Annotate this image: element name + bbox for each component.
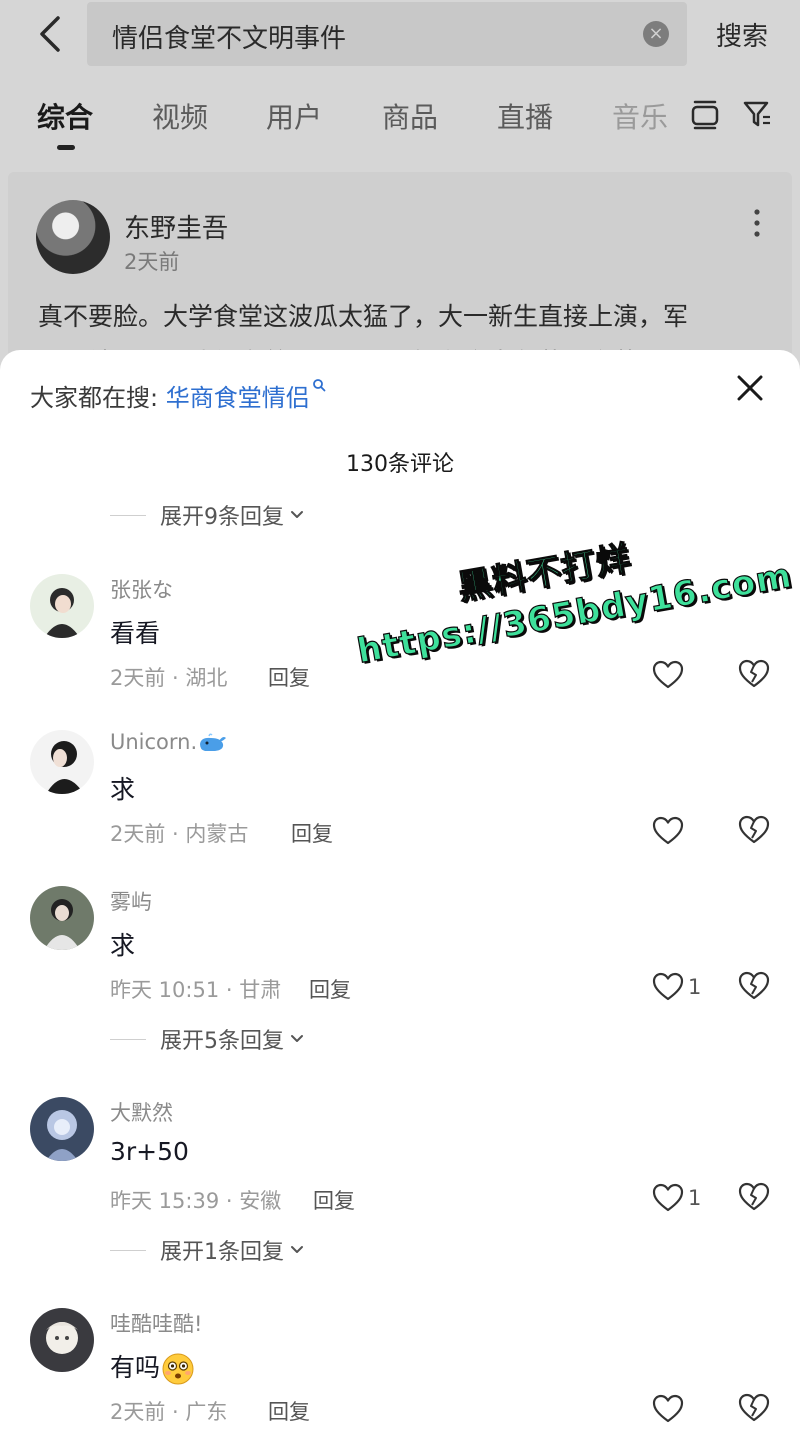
tab-video[interactable]: 视频 bbox=[152, 96, 208, 136]
avatar-image bbox=[30, 1097, 94, 1161]
back-button[interactable] bbox=[30, 12, 70, 56]
expand-replies-button[interactable]: 展开5条回复 bbox=[110, 1024, 304, 1054]
comment-item: 大默然 3r+50 昨天 15:39 · 安徽 回复 1 bbox=[0, 1097, 800, 1227]
hot-search-label: 大家都在搜: bbox=[30, 384, 159, 412]
comment-sheet: 大家都在搜: 华商食堂情侣 130条评论 展开9条回复 张张な 看看 2天前 ·… bbox=[0, 350, 800, 1442]
divider bbox=[110, 1038, 146, 1040]
comment-count: 130条评论 bbox=[346, 452, 454, 477]
avatar-image bbox=[30, 1308, 94, 1372]
comment-username-text: Unicorn. bbox=[110, 730, 198, 754]
hot-search-term[interactable]: 华商食堂情侣 bbox=[166, 384, 310, 412]
more-icon[interactable] bbox=[752, 208, 762, 238]
reply-button[interactable]: 回复 bbox=[268, 1396, 310, 1426]
avatar[interactable] bbox=[30, 886, 94, 950]
tab-live[interactable]: 直播 bbox=[497, 96, 553, 136]
comment-item: 张张な 看看 2天前 · 湖北 回复 bbox=[0, 574, 800, 704]
comment-item: Unicorn. 求 2天前 · 内蒙古 回复 bbox=[0, 730, 800, 860]
like-button[interactable] bbox=[652, 1392, 712, 1426]
comment-text: 求 bbox=[110, 775, 136, 804]
author-avatar[interactable] bbox=[36, 200, 110, 274]
comment-username[interactable]: Unicorn. bbox=[110, 730, 227, 754]
avatar-image bbox=[30, 886, 94, 950]
like-button[interactable]: 1 bbox=[652, 970, 712, 1004]
reply-button[interactable]: 回复 bbox=[313, 1185, 355, 1215]
layout-toggle-icon[interactable] bbox=[690, 98, 720, 130]
comment-text: 看看 bbox=[110, 619, 161, 648]
heart-icon bbox=[652, 660, 684, 689]
post-text-line: 真不要脸。大学食堂这波瓜太猛了，大一新生直接上演，军 bbox=[38, 302, 689, 331]
heart-icon bbox=[652, 816, 684, 845]
comment-username[interactable]: 大默然 bbox=[110, 1097, 173, 1127]
expand-replies-label: 展开9条回复 bbox=[160, 505, 284, 530]
reply-button[interactable]: 回复 bbox=[268, 662, 310, 692]
heart-icon bbox=[652, 1394, 684, 1423]
active-tab-indicator bbox=[57, 145, 75, 150]
comment-text: 有吗 bbox=[110, 1348, 196, 1387]
top-bar: 情侣食堂不文明事件 × 搜索 bbox=[0, 0, 800, 72]
whale-emoji-icon bbox=[200, 733, 227, 751]
search-icon bbox=[312, 379, 326, 392]
search-input[interactable]: 情侣食堂不文明事件 × bbox=[87, 2, 687, 66]
like-button[interactable]: 1 bbox=[652, 1181, 712, 1215]
like-count: 1 bbox=[688, 975, 702, 999]
tab-all[interactable]: 综合 bbox=[37, 96, 93, 136]
expand-replies-button[interactable]: 展开9条回复 bbox=[110, 500, 304, 530]
post-card[interactable]: 东野圭吾 2天前 真不要脸。大学食堂这波瓜太猛了，大一新生直接上演，军 训刚结束… bbox=[8, 172, 792, 377]
comment-item: 哇酷哇酷! 有吗 2天前 · 广东 回复 bbox=[0, 1308, 800, 1438]
reply-button[interactable]: 回复 bbox=[309, 974, 351, 1004]
comment-meta: 2天前 · 内蒙古 bbox=[110, 822, 249, 846]
comment-text-content: 有吗 bbox=[110, 1353, 161, 1382]
like-button[interactable] bbox=[652, 658, 712, 692]
tab-goods[interactable]: 商品 bbox=[382, 96, 438, 136]
avatar-image bbox=[30, 574, 94, 638]
expand-replies-label: 展开1条回复 bbox=[160, 1240, 284, 1265]
clear-icon[interactable]: × bbox=[643, 21, 669, 47]
avatar[interactable] bbox=[30, 1097, 94, 1161]
divider bbox=[110, 1249, 146, 1251]
flushed-face-emoji-icon bbox=[162, 1353, 194, 1385]
chevron-down-icon bbox=[291, 1035, 303, 1042]
expand-replies-button[interactable]: 展开1条回复 bbox=[110, 1235, 304, 1265]
broken-heart-icon[interactable] bbox=[738, 1392, 770, 1424]
broken-heart-icon[interactable] bbox=[738, 1181, 770, 1213]
comment-username[interactable]: 张张な bbox=[110, 574, 173, 604]
author-name[interactable]: 东野圭吾 bbox=[124, 208, 228, 245]
like-count: 1 bbox=[688, 1186, 702, 1210]
category-tabs: 综合 视频 用户 商品 直播 音乐 bbox=[0, 82, 800, 162]
post-time: 2天前 bbox=[124, 250, 180, 274]
comment-username[interactable]: 雾屿 bbox=[110, 886, 152, 916]
search-button[interactable]: 搜索 bbox=[716, 16, 768, 53]
comment-item: 雾屿 求 昨天 10:51 · 甘肃 回复 1 bbox=[0, 886, 800, 1016]
divider bbox=[110, 514, 146, 516]
comment-meta: 2天前 · 广东 bbox=[110, 1400, 228, 1424]
comment-meta: 昨天 10:51 · 甘肃 bbox=[110, 978, 282, 1002]
avatar-image bbox=[30, 730, 94, 794]
broken-heart-icon[interactable] bbox=[738, 658, 770, 690]
chevron-down-icon bbox=[291, 1246, 303, 1253]
comment-text: 3r+50 bbox=[110, 1137, 189, 1166]
avatar[interactable] bbox=[30, 1308, 94, 1372]
like-button[interactable] bbox=[652, 814, 712, 848]
tab-user[interactable]: 用户 bbox=[266, 96, 322, 136]
comment-text: 求 bbox=[110, 931, 136, 960]
comment-meta: 2天前 · 湖北 bbox=[110, 666, 228, 690]
expand-replies-label: 展开5条回复 bbox=[160, 1029, 284, 1054]
broken-heart-icon[interactable] bbox=[738, 970, 770, 1002]
avatar[interactable] bbox=[30, 574, 94, 638]
comment-username[interactable]: 哇酷哇酷! bbox=[110, 1308, 202, 1338]
broken-heart-icon[interactable] bbox=[738, 814, 770, 846]
comment-meta: 昨天 15:39 · 安徽 bbox=[110, 1189, 282, 1213]
close-icon[interactable] bbox=[734, 372, 766, 404]
heart-icon bbox=[652, 972, 684, 1001]
reply-button[interactable]: 回复 bbox=[291, 818, 333, 848]
heart-icon bbox=[652, 1183, 684, 1212]
chevron-left-icon bbox=[40, 16, 60, 52]
chevron-down-icon bbox=[291, 511, 303, 518]
filter-icon[interactable] bbox=[742, 98, 772, 130]
tab-music[interactable]: 音乐 bbox=[612, 96, 668, 136]
avatar[interactable] bbox=[30, 730, 94, 794]
search-query: 情侣食堂不文明事件 bbox=[112, 24, 347, 54]
hot-search-row: 大家都在搜: 华商食堂情侣 bbox=[30, 378, 326, 413]
